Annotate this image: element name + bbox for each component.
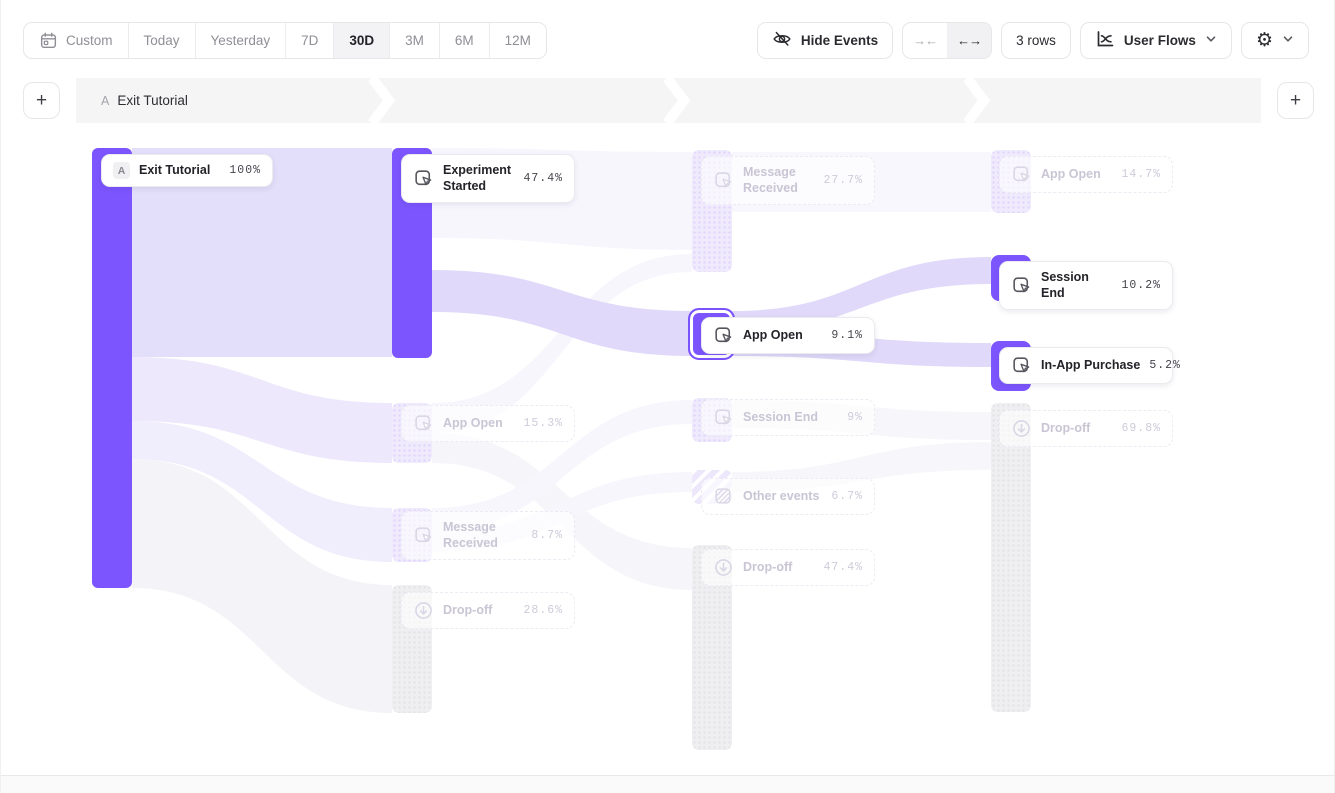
node-percent: 14.7%	[1121, 168, 1161, 181]
node-bar-exit-tutorial[interactable]	[92, 148, 132, 588]
node-percent: 10.2%	[1121, 279, 1161, 292]
node-label: Exit Tutorial	[139, 162, 210, 178]
flow-node-message-received-3[interactable]: Message Received 27.7%	[701, 156, 875, 205]
node-label: Message Received	[443, 519, 522, 552]
event-icon	[713, 325, 734, 346]
node-label: Session End	[1041, 269, 1112, 302]
flow-node-message-received-2[interactable]: Message Received 8.7%	[401, 511, 575, 560]
node-label: Drop-off	[743, 559, 792, 575]
node-bar-drop-off-4[interactable]	[991, 403, 1031, 712]
node-percent: 47.4%	[823, 561, 863, 574]
node-percent: 15.3%	[523, 417, 563, 430]
node-label: Other events	[743, 488, 819, 504]
drop-off-icon	[413, 600, 434, 621]
node-label: Session End	[743, 409, 818, 425]
node-percent: 8.7%	[531, 529, 563, 542]
event-icon	[713, 407, 734, 428]
flow-links	[1, 0, 1335, 793]
node-percent: 69.8%	[1121, 422, 1161, 435]
bottom-strip	[1, 775, 1334, 793]
flow-node-drop-off-3[interactable]: Drop-off 47.4%	[701, 549, 875, 586]
event-icon	[413, 168, 434, 189]
drop-off-icon	[713, 557, 734, 578]
flow-node-session-end-4[interactable]: Session End 10.2%	[999, 261, 1173, 310]
flow-node-exit-tutorial[interactable]: A Exit Tutorial 100%	[101, 154, 273, 187]
flow-node-other-events-3[interactable]: Other events 6.7%	[701, 478, 875, 515]
flow-node-in-app-purchase-4[interactable]: In-App Purchase 5.2%	[999, 347, 1173, 384]
flow-node-drop-off-2[interactable]: Drop-off 28.6%	[401, 592, 575, 629]
event-icon	[413, 413, 434, 434]
node-label: App Open	[743, 327, 803, 343]
node-percent: 6.7%	[831, 490, 863, 503]
event-icon	[1011, 355, 1032, 376]
node-label: Experiment Started	[443, 162, 514, 195]
user-flows-app: Custom Today Yesterday 7D 30D 3M 6M 12M …	[0, 0, 1335, 793]
node-percent: 9%	[847, 411, 863, 424]
step-a-badge: A	[113, 162, 130, 179]
flow-node-app-open-2[interactable]: App Open 15.3%	[401, 405, 575, 442]
node-percent: 47.4%	[523, 172, 563, 185]
node-label: In-App Purchase	[1041, 357, 1140, 373]
flow-node-app-open-3-selected[interactable]: App Open 9.1%	[701, 317, 875, 354]
other-events-icon	[713, 486, 734, 507]
sankey-diagram: A Exit Tutorial 100% Experiment Started …	[1, 0, 1335, 793]
node-percent: 100%	[229, 164, 261, 177]
event-icon	[713, 170, 734, 191]
event-icon	[413, 525, 434, 546]
node-percent: 9.1%	[831, 329, 863, 342]
flow-node-session-end-3[interactable]: Session End 9%	[701, 399, 875, 436]
node-percent: 5.2%	[1149, 359, 1181, 372]
flow-node-drop-off-4[interactable]: Drop-off 69.8%	[999, 410, 1173, 447]
flow-node-app-open-4[interactable]: App Open 14.7%	[999, 156, 1173, 193]
drop-off-icon	[1011, 418, 1032, 439]
event-icon	[1011, 275, 1032, 296]
node-label: Drop-off	[1041, 420, 1090, 436]
event-icon	[1011, 164, 1032, 185]
node-percent: 28.6%	[523, 604, 563, 617]
node-label: App Open	[1041, 166, 1101, 182]
node-label: Message Received	[743, 164, 814, 197]
node-label: App Open	[443, 415, 503, 431]
flow-node-experiment-started[interactable]: Experiment Started 47.4%	[401, 154, 575, 203]
node-label: Drop-off	[443, 602, 492, 618]
node-percent: 27.7%	[823, 174, 863, 187]
